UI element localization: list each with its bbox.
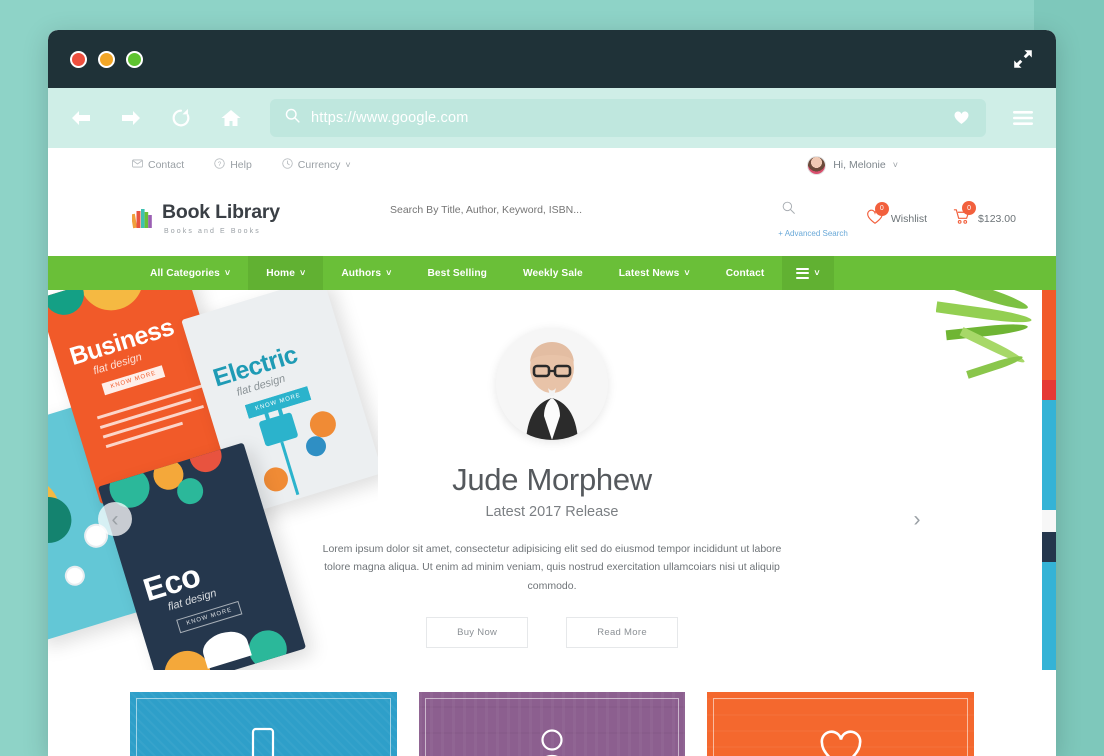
- hero-actions: Buy Now Read More: [426, 617, 678, 649]
- chevron-right-icon[interactable]: ›: [900, 502, 934, 536]
- avatar: [807, 155, 827, 175]
- wishlist-count-badge: 0: [874, 201, 889, 216]
- mail-icon: [132, 159, 143, 171]
- reload-icon[interactable]: [162, 99, 200, 137]
- chevron-down-icon[interactable]: ˅: [893, 160, 898, 170]
- advanced-search-link[interactable]: + Advanced Search: [390, 229, 866, 238]
- utility-link-label: Contact: [148, 159, 185, 171]
- back-arrow-icon[interactable]: [62, 99, 100, 137]
- close-window-button[interactable]: [70, 50, 87, 68]
- hero-description: Lorem ipsum dolor sit amet, consectetur …: [322, 543, 782, 592]
- nav-item-best-selling[interactable]: Best Selling: [409, 256, 505, 290]
- utility-link-label: Currency: [297, 159, 341, 171]
- nav-label: Weekly Sale: [522, 267, 583, 279]
- minimize-window-button[interactable]: [98, 50, 115, 68]
- utility-link-help[interactable]: ? Help: [214, 158, 252, 172]
- window-titlebar: [48, 30, 1056, 88]
- hero-author-name: Jude Morphew: [452, 462, 652, 497]
- webpage-content: Contact ? Help Currency ˅ Hi, Melonie ˅ …: [48, 148, 1056, 756]
- utility-link-label: Help: [230, 159, 252, 171]
- window-controls: [70, 50, 143, 68]
- nav-item-home[interactable]: Home ˅: [248, 256, 324, 290]
- nav-item-weekly-sale[interactable]: Weekly Sale: [505, 256, 601, 290]
- feature-card-favourites[interactable]: [707, 692, 975, 756]
- site-title: Book Library: [162, 200, 280, 223]
- forward-arrow-icon[interactable]: [112, 99, 150, 137]
- url-bar[interactable]: https://www.google.com: [270, 99, 986, 137]
- utility-link-contact[interactable]: Contact: [132, 159, 184, 171]
- hero-tagline: Latest 2017 Release: [485, 504, 619, 520]
- chevron-down-icon: ˅: [386, 268, 392, 278]
- nav-item-latest-news[interactable]: Latest News ˅: [601, 256, 708, 290]
- feature-card-authors[interactable]: [418, 692, 686, 756]
- chevron-down-icon: ˅: [224, 268, 231, 278]
- cart-button[interactable]: 0 $123.00: [953, 201, 1016, 230]
- cart-total: $123.00: [978, 213, 1016, 225]
- chevron-left-icon[interactable]: ‹: [98, 502, 132, 536]
- wishlist-button[interactable]: 0 Wishlist: [866, 201, 928, 230]
- nav-label: Best Selling: [427, 267, 487, 279]
- author-portrait: [496, 328, 608, 440]
- account-menu[interactable]: Hi, Melonie ˅: [807, 155, 1016, 175]
- buy-now-button[interactable]: Buy Now: [426, 617, 529, 649]
- nav-label: Authors: [341, 267, 382, 279]
- url-text[interactable]: https://www.google.com: [311, 110, 936, 126]
- hamburger-menu-icon[interactable]: [1006, 101, 1040, 135]
- chevron-down-icon: ˅: [814, 268, 820, 278]
- nav-more-menu-button[interactable]: ˅: [782, 256, 834, 290]
- nav-label: Home: [266, 267, 295, 279]
- heart-icon[interactable]: [946, 103, 976, 133]
- home-icon[interactable]: [212, 99, 250, 137]
- search-icon[interactable]: [781, 200, 866, 220]
- chevron-down-icon[interactable]: ˅: [345, 160, 350, 170]
- cart-count-badge: 0: [962, 201, 977, 215]
- question-circle-icon: ?: [214, 158, 225, 172]
- nav-label: Latest News: [618, 267, 680, 279]
- site-tagline: Books and E Books: [164, 228, 261, 236]
- wishlist-label: Wishlist: [890, 213, 928, 225]
- read-more-button[interactable]: Read More: [566, 617, 678, 649]
- header-actions: 0 Wishlist 0 $123.00: [866, 201, 1016, 230]
- hero-slider: Business flat design KNOW MORE Electric …: [48, 290, 1056, 670]
- main-navigation: All Categories ˅ Home ˅ Authors ˅ Best S…: [48, 256, 1056, 290]
- expand-arrows-icon[interactable]: [1008, 44, 1038, 74]
- heart-icon: [819, 729, 863, 756]
- tablet-book-icon: [247, 727, 279, 756]
- user-icon: [534, 727, 570, 756]
- browser-window: https://www.google.com Contact ? Help Cu…: [48, 30, 1056, 756]
- nav-item-all-categories[interactable]: All Categories ˅: [132, 256, 248, 290]
- utility-link-currency[interactable]: Currency ˅: [282, 158, 351, 172]
- chevron-down-icon: ˅: [684, 268, 690, 278]
- site-logo[interactable]: Book Library Books and E Books: [130, 200, 382, 236]
- clock-icon: [282, 158, 293, 172]
- chevron-down-icon: ˅: [299, 268, 306, 278]
- browser-toolbar: https://www.google.com: [48, 88, 1056, 148]
- utility-links: Contact ? Help Currency ˅: [132, 158, 351, 172]
- feature-cards: [48, 670, 1056, 756]
- nav-item-contact[interactable]: Contact: [708, 256, 783, 290]
- site-utility-bar: Contact ? Help Currency ˅ Hi, Melonie ˅: [48, 148, 1056, 182]
- books-logo-icon: [130, 206, 154, 230]
- search-input[interactable]: [390, 204, 710, 216]
- hamburger-menu-icon: [796, 267, 810, 279]
- search-icon: [284, 107, 301, 129]
- maximize-window-button[interactable]: [126, 50, 143, 68]
- search-area: + Advanced Search: [382, 200, 866, 238]
- site-header: Book Library Books and E Books + Advance…: [48, 182, 1056, 256]
- feature-card-ebooks[interactable]: [130, 692, 397, 756]
- svg-text:?: ?: [218, 161, 222, 168]
- hero-content: Jude Morphew Latest 2017 Release Lorem i…: [48, 290, 1056, 670]
- greeting-label: Hi, Melonie: [833, 159, 886, 171]
- nav-item-authors[interactable]: Authors ˅: [323, 256, 409, 290]
- nav-label: Contact: [725, 267, 765, 279]
- nav-label: All Categories: [150, 267, 220, 279]
